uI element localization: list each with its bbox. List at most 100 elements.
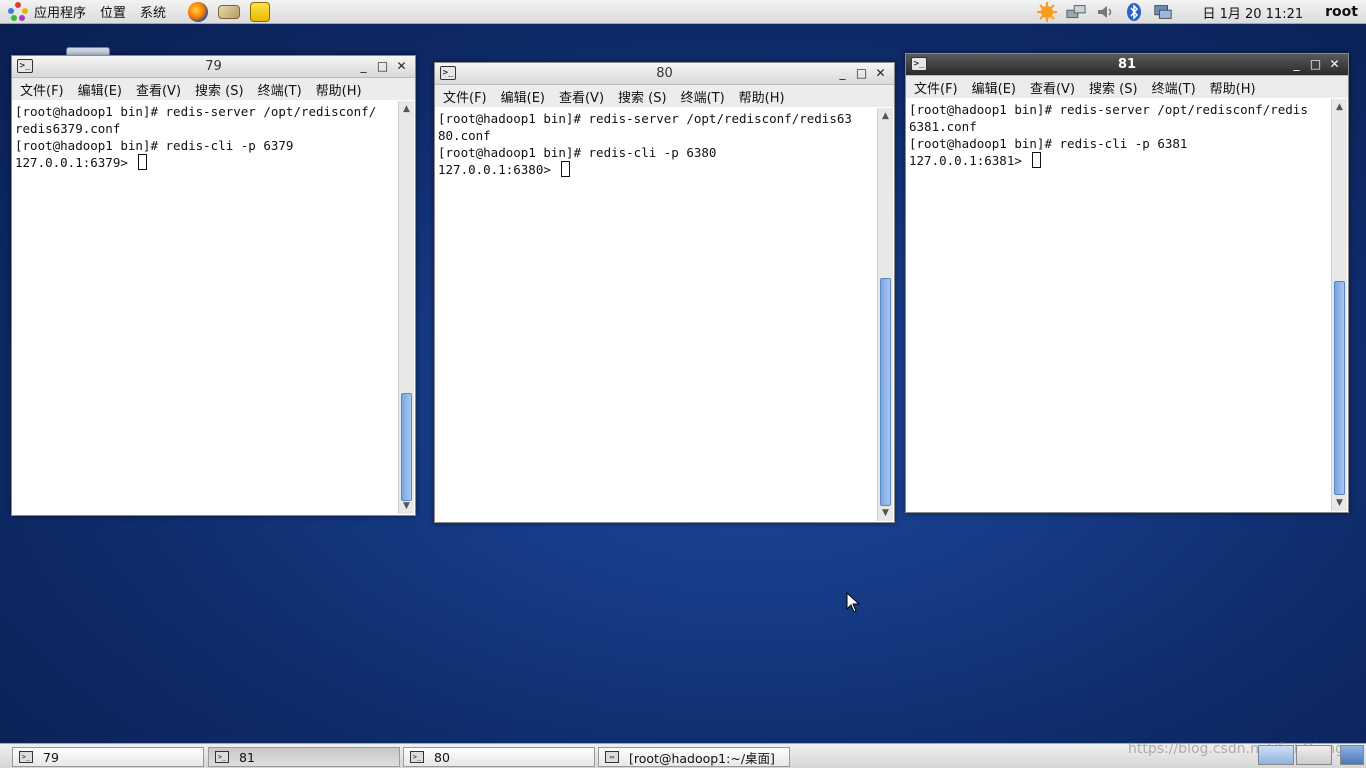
- menubar: 文件(F) 编辑(E) 查看(V) 搜索 (S) 终端(T) 帮助(H): [12, 78, 415, 100]
- terminal-body[interactable]: [root@hadoop1 bin]# redis-server /opt/re…: [907, 99, 1347, 511]
- minimize-button[interactable]: _: [833, 65, 852, 82]
- terminal-output[interactable]: [root@hadoop1 bin]# redis-server /opt/re…: [15, 103, 396, 514]
- menu-help[interactable]: 帮助(H): [739, 87, 785, 106]
- prompt: 127.0.0.1:6381>: [909, 153, 1030, 168]
- terminal-icon: >_: [410, 751, 424, 763]
- prompt-line: 127.0.0.1:6380>: [438, 161, 875, 178]
- terminal-icon: >_: [19, 751, 33, 763]
- terminal-body[interactable]: [root@hadoop1 bin]# redis-server /opt/re…: [13, 101, 414, 514]
- folder-icon: ▭: [605, 751, 619, 763]
- terminal-body[interactable]: [root@hadoop1 bin]# redis-server /opt/re…: [436, 108, 893, 521]
- trash-icon[interactable]: [1340, 745, 1364, 765]
- window-title: 79: [205, 59, 222, 74]
- taskbar-item-80[interactable]: >_ 80: [403, 747, 595, 767]
- prompt: 127.0.0.1:6380>: [438, 162, 559, 177]
- window-title: 80: [656, 66, 673, 81]
- firefox-icon[interactable]: [188, 1, 209, 22]
- menu-view[interactable]: 查看(V): [136, 80, 181, 99]
- titlebar[interactable]: >_ 79 _ □ ✕: [12, 56, 415, 78]
- scroll-thumb[interactable]: [1334, 281, 1345, 495]
- menu-help[interactable]: 帮助(H): [1210, 78, 1256, 97]
- cursor: [1032, 152, 1042, 168]
- cursor: [561, 161, 571, 177]
- output-line: [root@hadoop1 bin]# redis-cli -p 6381: [909, 136, 1188, 151]
- user-menu[interactable]: root: [1325, 4, 1358, 20]
- menu-edit[interactable]: 编辑(E): [501, 87, 545, 106]
- menu-terminal[interactable]: 终端(T): [1152, 78, 1196, 97]
- menu-edit[interactable]: 编辑(E): [78, 80, 122, 99]
- clock[interactable]: 日 1月 20 11:21: [1202, 3, 1303, 22]
- minimize-button[interactable]: _: [1287, 56, 1306, 73]
- system-tray: 日 1月 20 11:21 root: [1037, 0, 1366, 24]
- text-editor-icon[interactable]: [250, 1, 271, 22]
- taskbar-item-label: 80: [434, 749, 450, 765]
- workspace-1[interactable]: [1258, 745, 1294, 765]
- scroll-up-arrow-icon[interactable]: ▲: [878, 108, 893, 124]
- scroll-thumb[interactable]: [401, 393, 412, 501]
- close-button[interactable]: ✕: [1325, 56, 1344, 73]
- menu-search[interactable]: 搜索 (S): [1089, 78, 1138, 97]
- scroll-down-arrow-icon[interactable]: ▼: [399, 498, 414, 514]
- scrollbar[interactable]: ▲ ▼: [398, 101, 414, 514]
- titlebar[interactable]: >_ 80 _ □ ✕: [435, 63, 894, 85]
- minimize-button[interactable]: _: [354, 58, 373, 75]
- terminal-output[interactable]: [root@hadoop1 bin]# redis-server /opt/re…: [438, 110, 875, 521]
- places-menu[interactable]: 位置: [100, 2, 126, 21]
- scroll-up-arrow-icon[interactable]: ▲: [1332, 99, 1347, 115]
- close-button[interactable]: ✕: [392, 58, 411, 75]
- terminal-window-81[interactable]: >_ 81 _ □ ✕ 文件(F) 编辑(E) 查看(V) 搜索 (S) 终端(…: [905, 53, 1349, 513]
- output-line: [root@hadoop1 bin]# redis-cli -p 6380: [438, 145, 717, 160]
- menu-terminal[interactable]: 终端(T): [681, 87, 725, 106]
- menu-file[interactable]: 文件(F): [20, 80, 64, 99]
- output-line: redis6379.conf: [15, 121, 121, 136]
- scrollbar[interactable]: ▲ ▼: [877, 108, 893, 521]
- terminal-icon: >_: [440, 66, 456, 80]
- prompt-line: 127.0.0.1:6379>: [15, 154, 396, 171]
- terminal-window-79[interactable]: >_ 79 _ □ ✕ 文件(F) 编辑(E) 查看(V) 搜索 (S) 终端(…: [11, 55, 416, 516]
- output-line: 6381.conf: [909, 119, 977, 134]
- menu-file[interactable]: 文件(F): [914, 78, 958, 97]
- volume-icon[interactable]: [1095, 3, 1115, 21]
- taskbar-item-desktop-folder[interactable]: ▭ [root@hadoop1:~/桌面]: [598, 747, 790, 767]
- scrollbar[interactable]: ▲ ▼: [1331, 99, 1347, 511]
- system-menu[interactable]: 系统: [140, 2, 166, 21]
- menubar: 文件(F) 编辑(E) 查看(V) 搜索 (S) 终端(T) 帮助(H): [435, 85, 894, 107]
- terminal-icon: >_: [911, 57, 927, 71]
- scroll-up-arrow-icon[interactable]: ▲: [399, 101, 414, 117]
- applications-menu[interactable]: 应用程序: [34, 2, 86, 21]
- taskbar-item-79[interactable]: >_ 79: [12, 747, 204, 767]
- mouse-pointer-icon: [846, 592, 861, 613]
- maximize-button[interactable]: □: [373, 58, 392, 75]
- gnome-foot-icon[interactable]: [8, 1, 28, 22]
- update-icon[interactable]: [1037, 2, 1058, 22]
- menu-search[interactable]: 搜索 (S): [618, 87, 667, 106]
- menu-help[interactable]: 帮助(H): [316, 80, 362, 99]
- workspace-2[interactable]: [1296, 745, 1332, 765]
- maximize-button[interactable]: □: [1306, 56, 1325, 73]
- taskbar-item-label: 79: [43, 749, 59, 765]
- scroll-down-arrow-icon[interactable]: ▼: [878, 505, 893, 521]
- menu-view[interactable]: 查看(V): [559, 87, 604, 106]
- taskbar-item-label: [root@hadoop1:~/桌面]: [629, 750, 775, 766]
- titlebar[interactable]: >_ 81 _ □ ✕: [906, 54, 1348, 76]
- terminal-icon: >_: [17, 59, 33, 73]
- display-icon[interactable]: [1153, 3, 1173, 21]
- scroll-down-arrow-icon[interactable]: ▼: [1332, 495, 1347, 511]
- menu-terminal[interactable]: 终端(T): [258, 80, 302, 99]
- terminal-output[interactable]: [root@hadoop1 bin]# redis-server /opt/re…: [909, 101, 1329, 511]
- menu-search[interactable]: 搜索 (S): [195, 80, 244, 99]
- maximize-button[interactable]: □: [852, 65, 871, 82]
- network-icon[interactable]: [1066, 3, 1087, 21]
- network-drive-icon[interactable]: [218, 4, 241, 19]
- terminal-window-80[interactable]: >_ 80 _ □ ✕ 文件(F) 编辑(E) 查看(V) 搜索 (S) 终端(…: [434, 62, 895, 523]
- scroll-thumb[interactable]: [880, 278, 891, 506]
- close-button[interactable]: ✕: [871, 65, 890, 82]
- menu-view[interactable]: 查看(V): [1030, 78, 1075, 97]
- prompt-line: 127.0.0.1:6381>: [909, 152, 1329, 169]
- menu-edit[interactable]: 编辑(E): [972, 78, 1016, 97]
- menu-file[interactable]: 文件(F): [443, 87, 487, 106]
- menubar: 文件(F) 编辑(E) 查看(V) 搜索 (S) 终端(T) 帮助(H): [906, 76, 1348, 98]
- taskbar-item-81[interactable]: >_ 81: [208, 747, 400, 767]
- taskbar-item-label: 81: [239, 749, 255, 765]
- bluetooth-icon[interactable]: [1124, 3, 1144, 21]
